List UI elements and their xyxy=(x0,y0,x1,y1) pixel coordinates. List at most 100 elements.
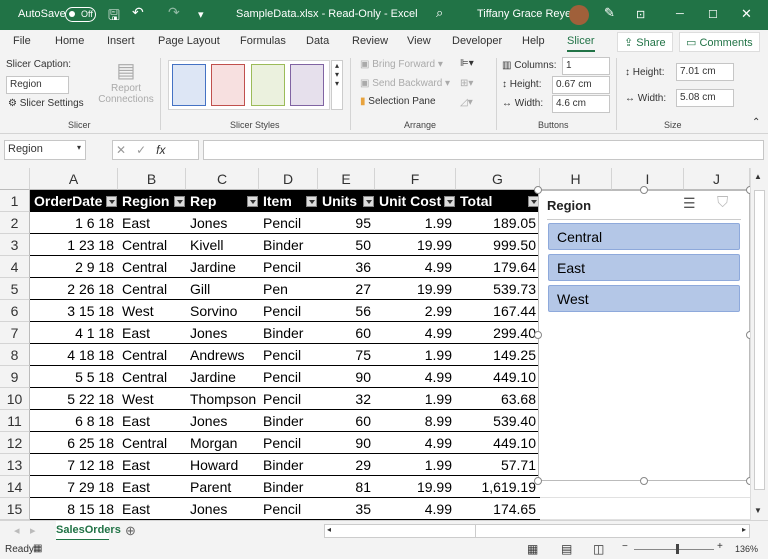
style-swatch-blue[interactable] xyxy=(172,64,206,106)
scroll-right-icon[interactable]: ▸ xyxy=(742,525,746,534)
table-cell[interactable]: Andrews xyxy=(186,344,259,366)
page-break-view-icon[interactable]: ◫ xyxy=(593,542,604,556)
table-cell[interactable]: 81 xyxy=(318,476,375,498)
table-cell[interactable]: 1.99 xyxy=(375,344,456,366)
tab-home[interactable]: Home xyxy=(55,35,84,47)
vertical-scrollbar[interactable]: ▲ ▼ xyxy=(750,168,768,520)
style-swatch-green[interactable] xyxy=(251,64,285,106)
table-cell[interactable]: 1.99 xyxy=(375,212,456,234)
report-connections-button[interactable]: ▤ Report Connections xyxy=(96,58,156,105)
table-cell[interactable]: Jones xyxy=(186,322,259,344)
table-cell[interactable]: 5 22 18 xyxy=(30,388,118,410)
table-cell[interactable]: West xyxy=(118,388,186,410)
table-cell[interactable]: Pencil xyxy=(259,212,318,234)
table-cell[interactable]: Thompson xyxy=(186,388,259,410)
collapse-ribbon-icon[interactable]: ⌃ xyxy=(752,117,760,128)
send-backward-button[interactable]: ▣ Send Backward ▾ xyxy=(360,78,450,89)
table-cell[interactable]: 6 25 18 xyxy=(30,432,118,454)
tab-help[interactable]: Help xyxy=(522,35,545,47)
slicer-item-east[interactable]: East xyxy=(548,254,740,281)
table-cell[interactable]: Pencil xyxy=(259,498,318,520)
table-header-cell[interactable]: Region xyxy=(118,190,186,212)
table-cell[interactable]: 56 xyxy=(318,300,375,322)
table-cell[interactable]: 1.99 xyxy=(375,454,456,476)
tab-page-layout[interactable]: Page Layout xyxy=(158,35,220,47)
scroll-up-icon[interactable]: ▲ xyxy=(754,172,762,181)
table-cell[interactable]: 7 29 18 xyxy=(30,476,118,498)
column-header-g[interactable]: G xyxy=(456,168,540,190)
table-cell[interactable]: 4.99 xyxy=(375,256,456,278)
table-cell[interactable]: 8 15 18 xyxy=(30,498,118,520)
undo-icon[interactable]: ↶ xyxy=(132,4,144,21)
table-cell[interactable]: Gill xyxy=(186,278,259,300)
ribbon-display-icon[interactable]: ⊡ xyxy=(636,8,645,21)
table-cell[interactable]: 36 xyxy=(318,256,375,278)
row-header[interactable]: 13 xyxy=(0,454,30,476)
macro-record-icon[interactable]: ▦ xyxy=(33,543,42,554)
table-cell[interactable]: Binder xyxy=(259,322,318,344)
table-cell[interactable]: Central xyxy=(118,278,186,300)
column-header-j[interactable]: J xyxy=(684,168,750,190)
table-cell[interactable]: 7 12 18 xyxy=(30,454,118,476)
resize-handle[interactable] xyxy=(534,477,542,485)
table-cell[interactable]: 27 xyxy=(318,278,375,300)
table-cell[interactable]: West xyxy=(118,300,186,322)
table-cell[interactable]: 75 xyxy=(318,344,375,366)
row-header[interactable]: 4 xyxy=(0,256,30,278)
row-header[interactable]: 6 xyxy=(0,300,30,322)
add-sheet-icon[interactable]: ⊕ xyxy=(125,523,136,539)
save-icon[interactable]: 🖫 xyxy=(108,5,120,29)
table-cell[interactable]: 449.10 xyxy=(456,432,540,454)
table-cell[interactable]: 6 8 18 xyxy=(30,410,118,432)
row-header[interactable]: 8 xyxy=(0,344,30,366)
table-cell[interactable]: 299.40 xyxy=(456,322,540,344)
style-swatch-red[interactable] xyxy=(211,64,245,106)
row-header[interactable]: 2 xyxy=(0,212,30,234)
table-cell[interactable]: 4.99 xyxy=(375,432,456,454)
table-header-cell[interactable]: Unit Cost xyxy=(375,190,456,212)
table-cell[interactable]: 149.25 xyxy=(456,344,540,366)
maximize-icon[interactable]: ☐ xyxy=(708,8,718,21)
resize-handle[interactable] xyxy=(640,186,648,194)
column-header-i[interactable]: I xyxy=(612,168,684,190)
resize-handle[interactable] xyxy=(534,331,542,339)
column-header-f[interactable]: F xyxy=(375,168,456,190)
table-cell[interactable]: 63.68 xyxy=(456,388,540,410)
table-cell[interactable]: Binder xyxy=(259,476,318,498)
rotate-icon[interactable]: ◿▾ xyxy=(460,97,473,108)
tab-review[interactable]: Review xyxy=(352,35,388,47)
scroll-left-icon[interactable]: ◂ xyxy=(327,525,331,534)
table-cell[interactable]: 90 xyxy=(318,366,375,388)
table-cell[interactable]: Binder xyxy=(259,410,318,432)
tab-file[interactable]: File xyxy=(13,35,31,47)
table-cell[interactable]: 32 xyxy=(318,388,375,410)
table-cell[interactable]: 2.99 xyxy=(375,300,456,322)
page-layout-view-icon[interactable]: ▤ xyxy=(561,542,572,556)
group-icon[interactable]: ⊞▾ xyxy=(460,78,473,89)
table-cell[interactable]: Central xyxy=(118,344,186,366)
align-icon[interactable]: ⊫▾ xyxy=(460,58,474,69)
next-sheet-icon[interactable]: ▸ xyxy=(30,524,36,537)
zoom-thumb[interactable] xyxy=(676,544,679,554)
table-cell[interactable]: Jones xyxy=(186,498,259,520)
row-header[interactable]: 14 xyxy=(0,476,30,498)
table-header-cell[interactable]: Item xyxy=(259,190,318,212)
formula-input[interactable] xyxy=(203,140,764,160)
user-name[interactable]: Tiffany Grace Reyes xyxy=(477,8,577,20)
table-cell[interactable]: Parent xyxy=(186,476,259,498)
table-cell[interactable]: 179.64 xyxy=(456,256,540,278)
filter-dropdown-icon[interactable] xyxy=(363,196,374,207)
name-box[interactable]: Region ▾ xyxy=(4,140,86,160)
table-cell[interactable]: Pencil xyxy=(259,388,318,410)
table-cell[interactable]: Jones xyxy=(186,212,259,234)
zoom-out-icon[interactable]: − xyxy=(622,541,628,552)
column-header-b[interactable]: B xyxy=(118,168,186,190)
row-header[interactable]: 1 xyxy=(0,190,30,212)
size-height-input[interactable]: 7.01 cm xyxy=(676,63,734,81)
table-cell[interactable]: 1.99 xyxy=(375,388,456,410)
search-icon[interactable]: ⌕ xyxy=(436,5,443,21)
table-cell[interactable]: 1 23 18 xyxy=(30,234,118,256)
prev-sheet-icon[interactable]: ◂ xyxy=(14,524,20,537)
row-header[interactable]: 9 xyxy=(0,366,30,388)
select-all-corner[interactable] xyxy=(0,168,30,190)
